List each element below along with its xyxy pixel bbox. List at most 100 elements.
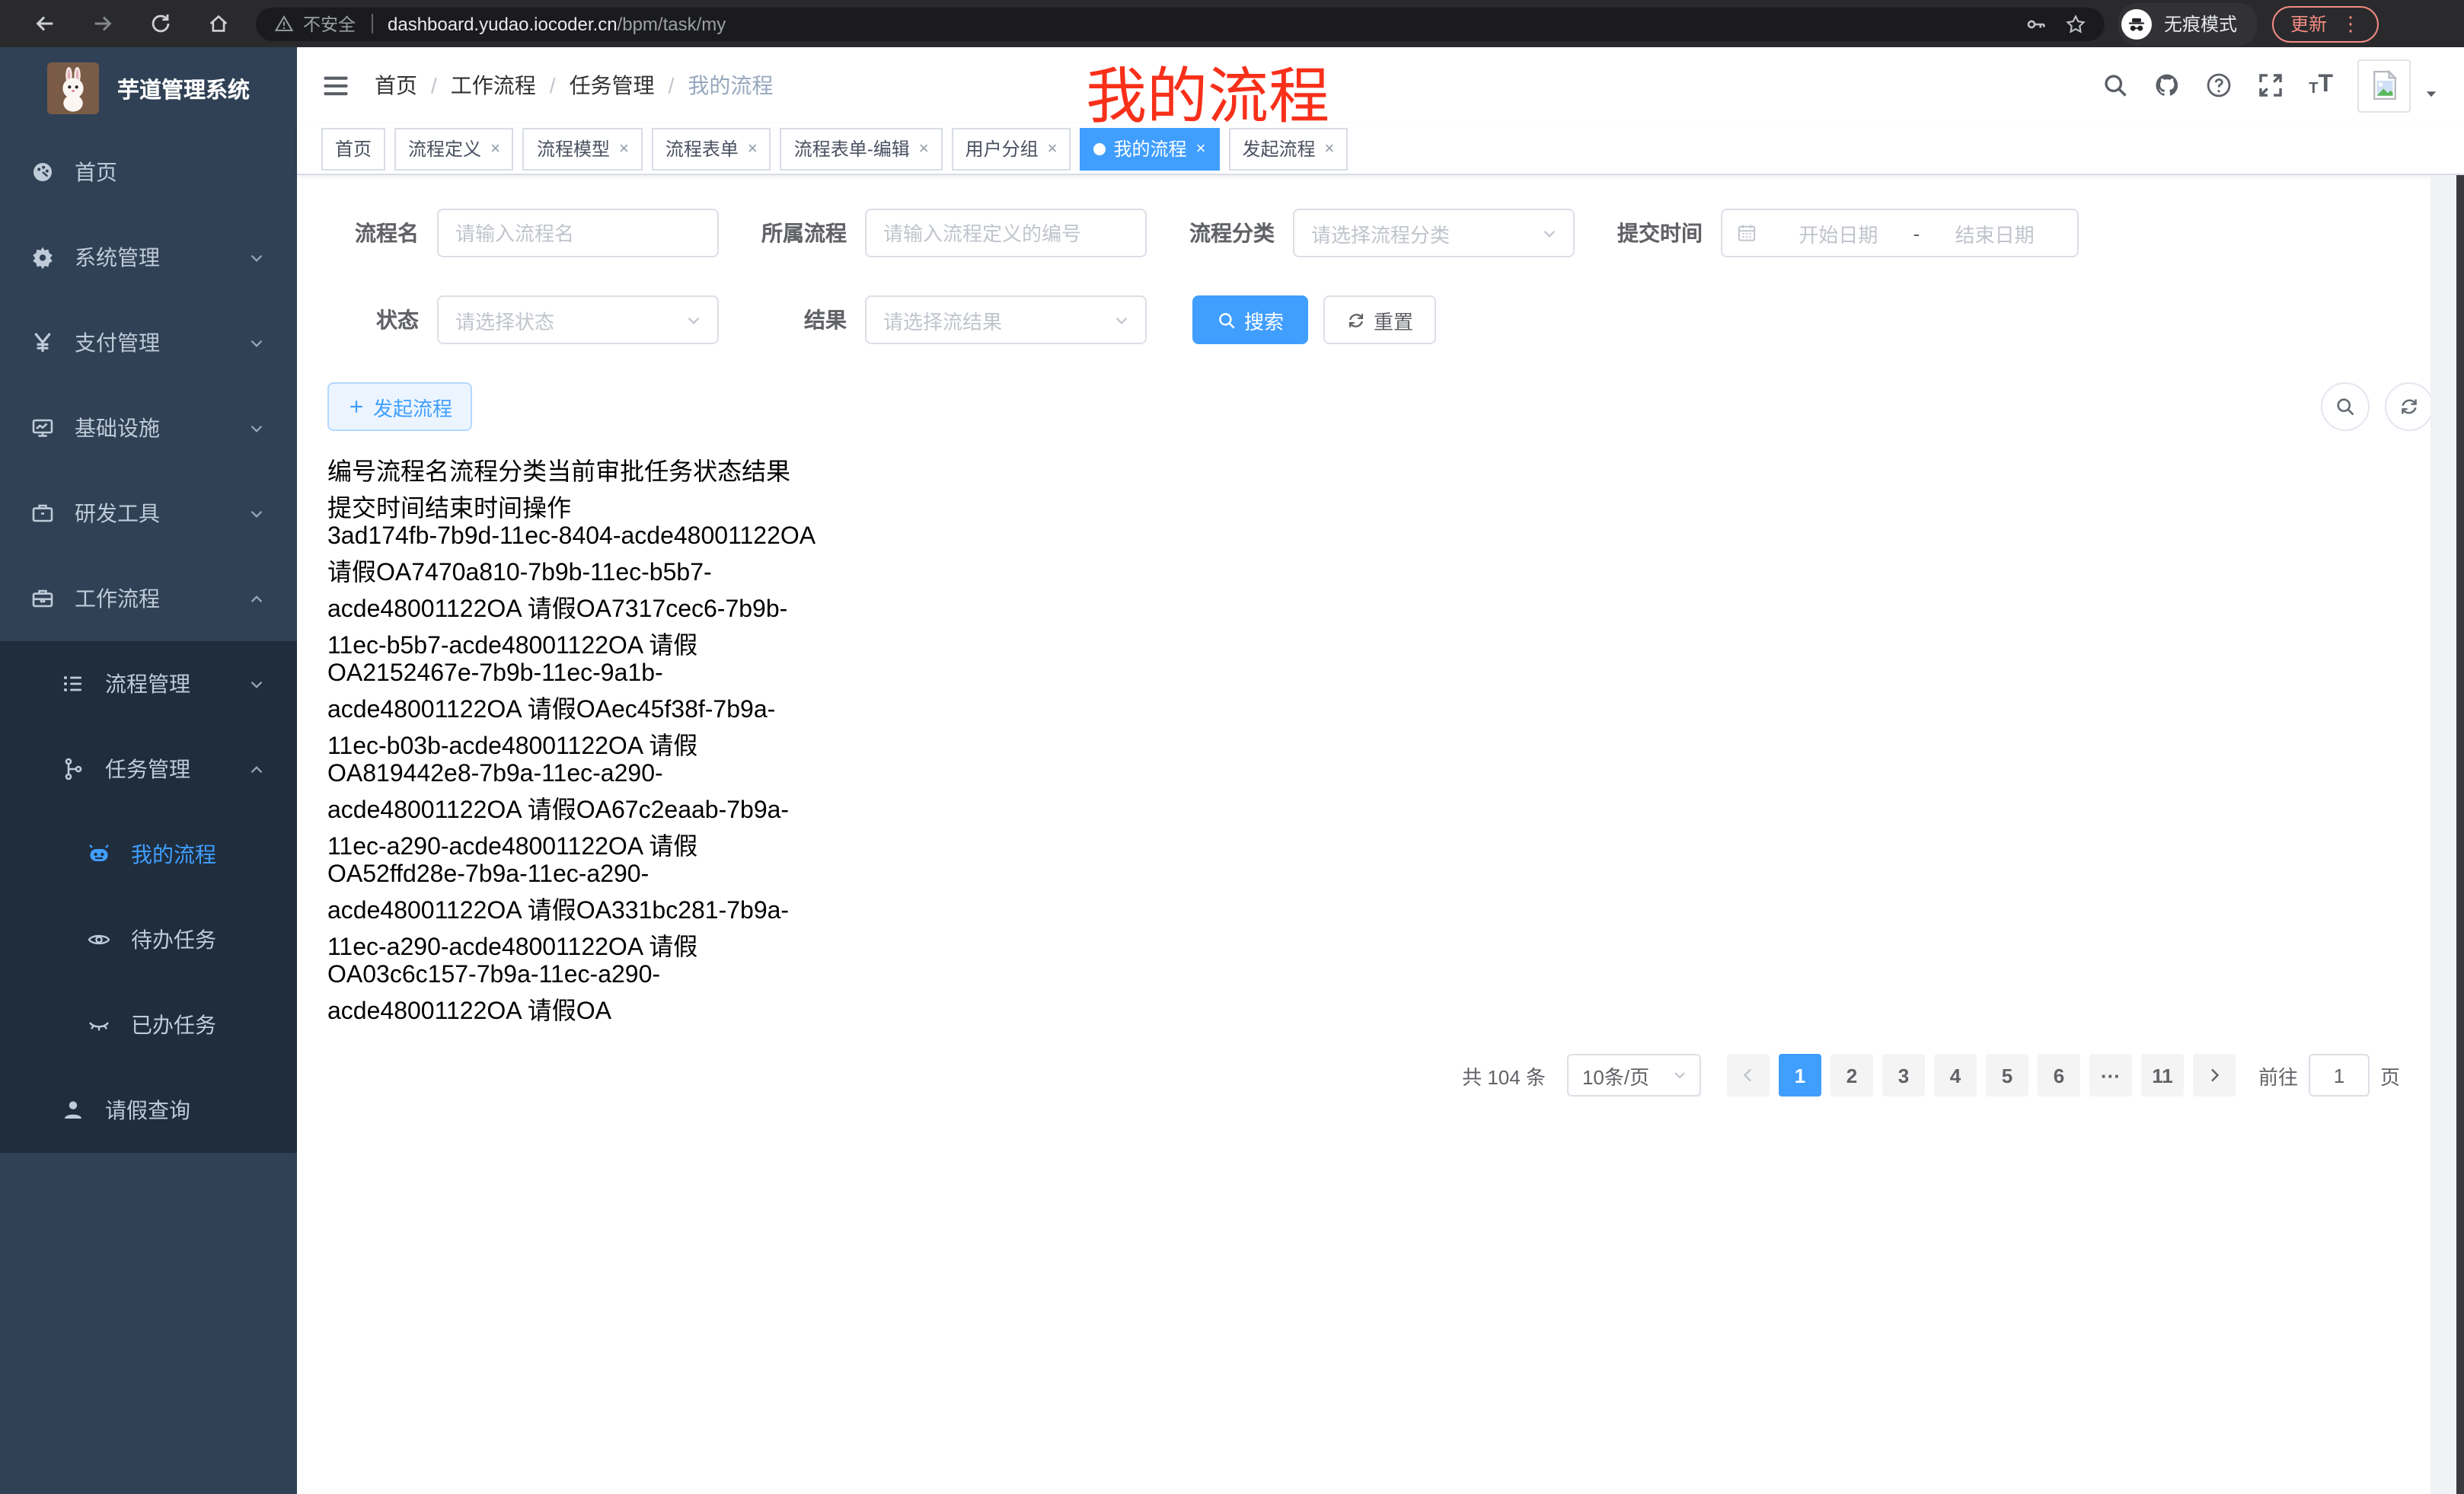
update-label: 更新 xyxy=(2290,11,2327,37)
page-size-select[interactable]: 10条/页 xyxy=(1567,1054,1701,1097)
goto-label: 前往 xyxy=(2258,1061,2298,1090)
status-label: 状态 xyxy=(327,305,437,335)
search-icon[interactable] xyxy=(2102,72,2129,99)
chevron-down-icon xyxy=(247,247,267,267)
result-select[interactable]: 请选择流结果 xyxy=(865,295,1147,344)
page-button-5[interactable]: 5 xyxy=(1986,1054,2028,1097)
main-area: 我的流程 首页/工作流程/任务管理/我的流程 TT 首页流程定义×流程模型×流程… xyxy=(297,47,2464,1494)
close-icon[interactable]: × xyxy=(919,139,929,158)
briefcase-icon xyxy=(30,586,55,611)
tab-流程模型[interactable]: 流程模型× xyxy=(523,127,643,170)
browser-update-button[interactable]: 更新 ⋮ xyxy=(2272,5,2379,42)
fullscreen-icon[interactable] xyxy=(2257,72,2284,99)
submit-time-range-picker[interactable]: 开始日期 - 结束日期 xyxy=(1721,209,2079,257)
browser-home-button[interactable] xyxy=(198,10,238,37)
incognito-icon xyxy=(2126,13,2147,34)
sidebar-item-工作流程[interactable]: 工作流程 xyxy=(0,556,297,641)
tab-流程表单-编辑[interactable]: 流程表单-编辑× xyxy=(780,127,943,170)
tree-icon xyxy=(61,757,85,781)
date-separator: - xyxy=(1913,222,1920,244)
url-path: /bpm/task/my xyxy=(618,13,726,34)
create-process-button[interactable]: 发起流程 xyxy=(327,382,472,431)
breadcrumb-separator: / xyxy=(431,73,437,97)
end-date-placeholder: 结束日期 xyxy=(1926,219,2063,247)
sidebar-item-已办任务[interactable]: 已办任务 xyxy=(0,982,297,1068)
process-name-input[interactable] xyxy=(437,209,719,257)
goto-page-input[interactable] xyxy=(2309,1054,2370,1097)
refresh-table-button[interactable] xyxy=(2385,382,2434,431)
avatar[interactable] xyxy=(2357,59,2411,112)
sidebar-item-我的流程[interactable]: 我的流程 xyxy=(0,812,297,897)
hamburger-icon[interactable] xyxy=(321,71,350,100)
close-icon[interactable]: × xyxy=(1324,139,1334,158)
sidebar-item-系统管理[interactable]: 系统管理 xyxy=(0,215,297,300)
tab-流程定义[interactable]: 流程定义× xyxy=(394,127,514,170)
close-icon[interactable]: × xyxy=(748,139,758,158)
tab-首页[interactable]: 首页 xyxy=(321,127,385,170)
breadcrumb-separator: / xyxy=(669,73,675,97)
page-button-3[interactable]: 3 xyxy=(1882,1054,1925,1097)
page-button-11[interactable]: 11 xyxy=(2141,1054,2184,1097)
sidebar-item-基础设施[interactable]: 基础设施 xyxy=(0,385,297,471)
sidebar-item-请假查询[interactable]: 请假查询 xyxy=(0,1068,297,1153)
active-dot xyxy=(1094,142,1106,155)
sidebar-item-待办任务[interactable]: 待办任务 xyxy=(0,897,297,982)
tab-流程表单[interactable]: 流程表单× xyxy=(652,127,771,170)
help-icon[interactable] xyxy=(2205,72,2233,99)
dashboard-icon xyxy=(30,160,55,184)
status-select[interactable]: 请选择状态 xyxy=(437,295,719,344)
incognito-label: 无痕模式 xyxy=(2164,11,2237,37)
sidebar-item-支付管理[interactable]: 支付管理 xyxy=(0,300,297,385)
sidebar-item-首页[interactable]: 首页 xyxy=(0,129,297,215)
next-page-button[interactable] xyxy=(2193,1054,2236,1097)
search-button[interactable]: 搜索 xyxy=(1192,295,1308,344)
toolbox-icon xyxy=(30,501,55,525)
browser-reload-button[interactable] xyxy=(140,10,180,37)
app-title: 芋道管理系统 xyxy=(117,72,250,104)
key-icon[interactable] xyxy=(2025,13,2047,34)
close-icon[interactable]: × xyxy=(619,139,629,158)
process-def-input[interactable] xyxy=(865,209,1147,257)
page-button-2[interactable]: 2 xyxy=(1830,1054,1873,1097)
scrollbar[interactable] xyxy=(2456,175,2464,1494)
chevron-up-icon xyxy=(247,759,267,779)
search-icon xyxy=(2335,396,2356,417)
page-button-1[interactable]: 1 xyxy=(1779,1054,1821,1097)
url-separator xyxy=(371,14,372,34)
address-bar[interactable]: 不安全 dashboard.yudao.iocoder.cn /bpm/task… xyxy=(256,7,2105,40)
category-placeholder: 请选择流程分类 xyxy=(1311,219,1450,247)
prev-page-button[interactable] xyxy=(1727,1054,1770,1097)
caret-down-icon[interactable] xyxy=(2423,85,2440,101)
category-select[interactable]: 请选择流程分类 xyxy=(1293,209,1575,257)
breadcrumb-item[interactable]: 任务管理 xyxy=(570,70,655,101)
browser-forward-button[interactable] xyxy=(82,10,122,37)
close-icon[interactable]: × xyxy=(1196,139,1206,158)
page-button-4[interactable]: 4 xyxy=(1934,1054,1977,1097)
more-pages-button[interactable]: ··· xyxy=(2089,1054,2132,1097)
reset-button[interactable]: 重置 xyxy=(1323,295,1436,344)
broken-image-icon xyxy=(2367,69,2401,102)
eye-icon xyxy=(87,927,111,952)
tab-用户分组[interactable]: 用户分组× xyxy=(952,127,1071,170)
star-icon[interactable] xyxy=(2065,13,2086,34)
sidebar-item-任务管理[interactable]: 任务管理 xyxy=(0,726,297,812)
result-label: 结果 xyxy=(734,305,865,335)
font-size-icon[interactable]: TT xyxy=(2309,73,2333,97)
toggle-search-button[interactable] xyxy=(2321,382,2370,431)
github-icon[interactable] xyxy=(2153,72,2181,99)
chevron-down-icon xyxy=(247,503,267,523)
process-table: 编号流程名流程分类当前审批任务状态结果提交时间结束时间操作 3ad174fb-7… xyxy=(327,451,2438,1026)
breadcrumb-item[interactable]: 首页 xyxy=(375,70,417,101)
insecure-label: 不安全 xyxy=(303,11,356,36)
sidebar-item-流程管理[interactable]: 流程管理 xyxy=(0,641,297,726)
sidebar-logo-row[interactable]: 芋道管理系统 xyxy=(0,47,297,129)
breadcrumb-item[interactable]: 工作流程 xyxy=(451,70,536,101)
sidebar-item-研发工具[interactable]: 研发工具 xyxy=(0,471,297,556)
close-icon[interactable]: × xyxy=(490,139,500,158)
browser-menu-icon[interactable]: ⋮ xyxy=(2341,14,2360,34)
page-button-6[interactable]: 6 xyxy=(2038,1054,2080,1097)
close-icon[interactable]: × xyxy=(1048,139,1058,158)
browser-back-button[interactable] xyxy=(24,10,64,37)
eye-closed-icon xyxy=(87,1013,111,1037)
calendar-icon xyxy=(1736,222,1757,244)
